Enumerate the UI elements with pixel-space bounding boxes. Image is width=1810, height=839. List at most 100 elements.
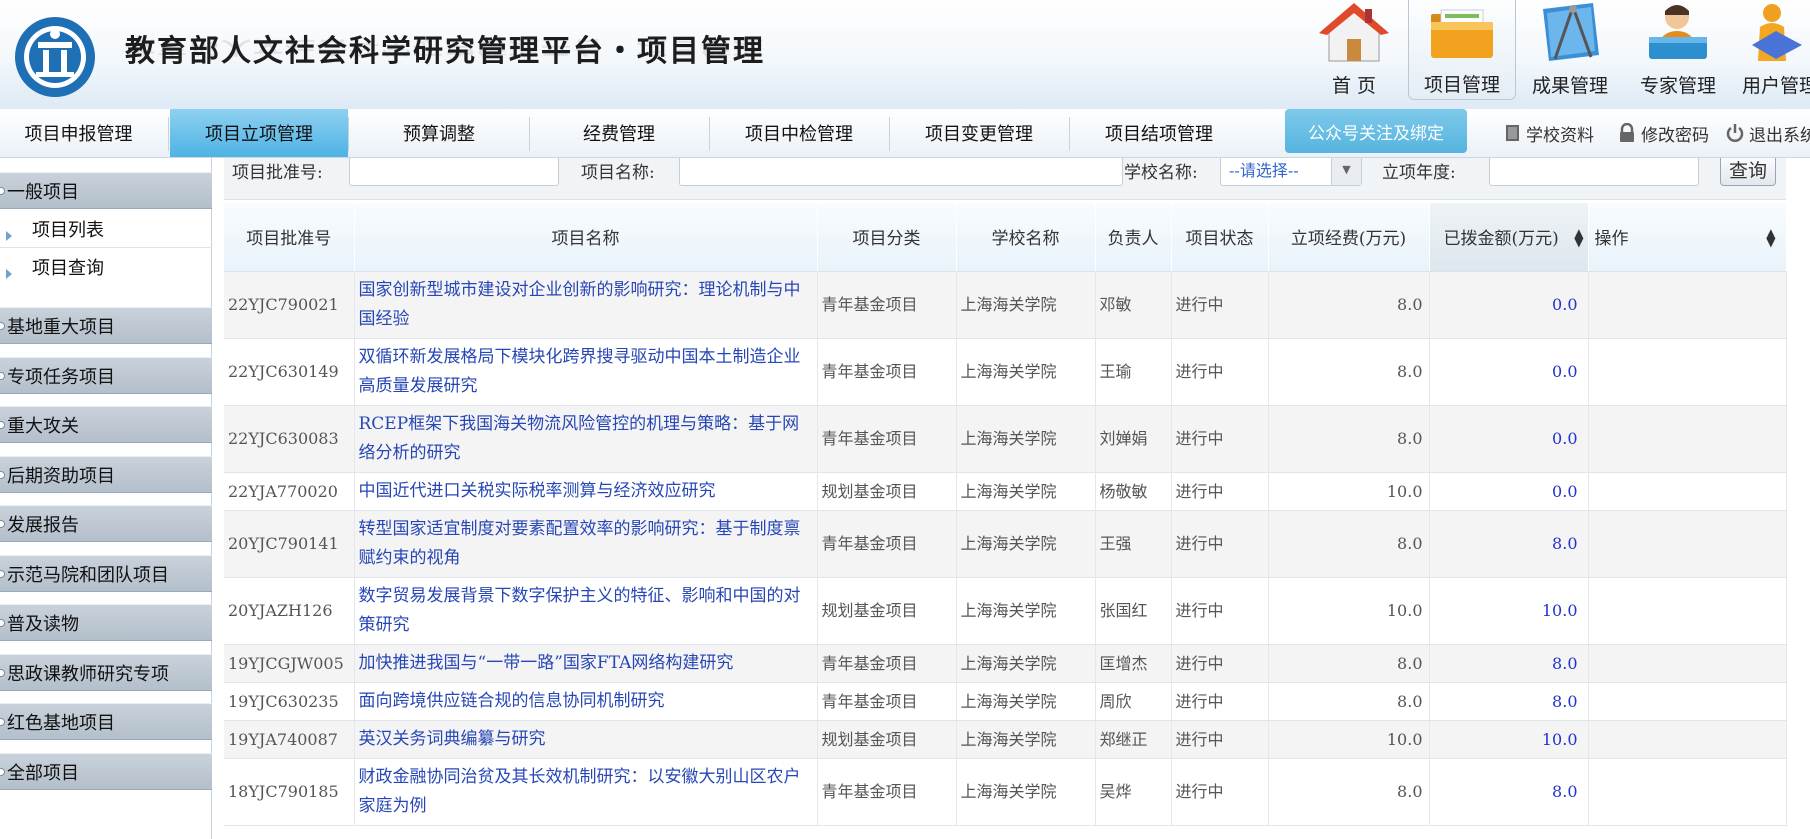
col-status[interactable]: 项目状态: [1171, 203, 1269, 272]
cell-operation: [1588, 271, 1787, 339]
project-name-label: 项目名称:: [581, 163, 655, 183]
main-menubar: 项目申报管理 项目立项管理 预算调整 经费管理 项目中检管理 项目变更管理 项目…: [0, 109, 1810, 158]
project-name-link[interactable]: 面向跨境供应链合规的信息协同机制研究: [359, 691, 665, 711]
col-project-name[interactable]: 项目名称: [354, 203, 818, 272]
top-nav-experts[interactable]: 专家管理: [1624, 0, 1732, 100]
col-school[interactable]: 学校名称: [956, 203, 1096, 272]
project-name-input[interactable]: [679, 158, 1123, 186]
project-name-link[interactable]: 国家创新型城市建设对企业创新的影响研究：理论机制与中国经验: [359, 280, 801, 329]
menu-project-approval[interactable]: 项目立项管理: [170, 109, 348, 157]
sidebar-group-red-base[interactable]: 红色基地项目: [0, 703, 212, 740]
cell-approval-no: 20YJAZH126: [224, 577, 355, 645]
project-name-link[interactable]: 加快推进我国与“一带一路”国家FTA网络构建研究: [359, 653, 734, 673]
menu-budget-adjust[interactable]: 预算调整: [350, 109, 528, 157]
col-budget[interactable]: 立项经费(万元): [1268, 203, 1430, 272]
sidebar-group-base-major[interactable]: 基地重大项目: [0, 307, 212, 344]
menu-midterm-check[interactable]: 项目中检管理: [710, 109, 888, 157]
sidebar-group-general[interactable]: 一般项目: [0, 172, 212, 209]
sidebar-group-popular-reading[interactable]: 普及读物: [0, 604, 212, 641]
top-nav-home[interactable]: 首 页: [1300, 0, 1408, 100]
school-select-value: --请选择--: [1229, 161, 1299, 180]
cell-paid: 8.0: [1429, 758, 1589, 826]
lock-icon: [1617, 123, 1637, 143]
wechat-bind-button[interactable]: 公众号关注及绑定: [1285, 109, 1467, 153]
school-select[interactable]: --请选择-- ▼: [1220, 158, 1362, 186]
cell-approval-no: 22YJC630083: [224, 405, 355, 473]
sidebar-item-project-list[interactable]: 项目列表: [0, 210, 212, 248]
sidebar-group-late-funding[interactable]: 后期资助项目: [0, 456, 212, 493]
menu-project-completion[interactable]: 项目结项管理: [1070, 109, 1248, 157]
sidebar-group-model-marxism[interactable]: 示范马院和团队项目: [0, 555, 212, 592]
bullet-icon: [0, 470, 5, 479]
sidebar: 一般项目 项目列表 项目查询 基地重大项目 专项任务项目 重大攻关 后期资助项目…: [0, 158, 212, 839]
sidebar-group-major-tackle[interactable]: 重大攻关: [0, 406, 212, 443]
cell-category: 青年基金项目: [817, 271, 957, 339]
cell-status: 进行中: [1171, 271, 1269, 339]
menu-separator: [168, 117, 169, 151]
cell-status: 进行中: [1171, 577, 1269, 645]
sidebar-group-dev-report[interactable]: 发展报告: [0, 505, 212, 542]
table-row: 18YJC790185 财政金融协同治贫及其长效机制研究：以安徽大别山区农户家庭…: [224, 758, 1787, 826]
cell-paid: 10.0: [1429, 720, 1589, 759]
col-paid[interactable]: 已拨金额(万元) ▲ ▼: [1429, 203, 1589, 272]
menu-project-change[interactable]: 项目变更管理: [890, 109, 1068, 157]
school-info-link[interactable]: 学校资料: [1504, 117, 1594, 149]
cell-school: 上海海关学院: [956, 271, 1096, 339]
project-name-link[interactable]: RCEP框架下我国海关物流风险管控的机理与策略：基于网络分析的研究: [359, 414, 800, 463]
app-header: 教育部人文社会科学研究管理平台・项目管理 教育部人文社会科学研究管理平台・项目管…: [0, 0, 1810, 109]
bullet-icon: [0, 321, 5, 330]
top-nav-projects-label: 项目管理: [1423, 74, 1500, 96]
approval-no-label: 项目批准号:: [232, 163, 323, 183]
col-operation[interactable]: 操作 ▲ ▼: [1588, 203, 1787, 272]
menu-separator: [348, 117, 349, 151]
sidebar-group-ideology-teacher[interactable]: 思政课教师研究专项: [0, 654, 212, 691]
cell-category: 规划基金项目: [817, 577, 957, 645]
cell-leader: 王强: [1095, 510, 1172, 578]
cell-category: 青年基金项目: [817, 644, 957, 683]
cell-approval-no: 19YJA740087: [224, 720, 355, 759]
top-nav-results[interactable]: 成果管理: [1516, 0, 1624, 100]
cell-budget: 8.0: [1268, 510, 1430, 578]
col-category[interactable]: 项目分类: [817, 203, 957, 272]
project-name-link[interactable]: 转型国家适宜制度对要素配置效率的影响研究：基于制度禀赋约束的视角: [359, 519, 801, 568]
bullet-icon: [0, 618, 5, 627]
project-name-link[interactable]: 中国近代进口关税实际税率测算与经济效应研究: [359, 481, 716, 501]
cell-status: 进行中: [1171, 338, 1269, 406]
sidebar-group-label: 发展报告: [7, 514, 79, 536]
top-nav-results-label: 成果管理: [1531, 75, 1608, 97]
sidebar-group-all-projects[interactable]: 全部项目: [0, 753, 212, 790]
cell-budget: 10.0: [1268, 577, 1430, 645]
sidebar-group-special-task[interactable]: 专项任务项目: [0, 357, 212, 394]
sidebar-item-label: 项目列表: [32, 219, 104, 241]
project-name-link[interactable]: 财政金融协同治贫及其长效机制研究：以安徽大别山区农户家庭为例: [359, 767, 801, 816]
table-row: 20YJC790141 转型国家适宜制度对要素配置效率的影响研究：基于制度禀赋约…: [224, 510, 1787, 578]
query-button[interactable]: 查询: [1720, 158, 1776, 186]
cell-paid: 8.0: [1429, 682, 1589, 721]
project-name-link[interactable]: 数字贸易发展背景下数字保护主义的特征、影响和中国的对策研究: [359, 586, 801, 635]
sidebar-item-project-query[interactable]: 项目查询: [0, 248, 212, 286]
logout-link[interactable]: 退出系统: [1725, 117, 1810, 149]
cell-budget: 8.0: [1268, 758, 1430, 826]
year-input[interactable]: [1489, 158, 1699, 186]
col-approval-no[interactable]: 项目批准号: [224, 203, 355, 272]
top-nav-projects[interactable]: 项目管理: [1408, 0, 1516, 100]
approval-no-input[interactable]: [349, 158, 559, 186]
sort-icon: ▲ ▼: [1574, 226, 1584, 249]
cell-project-name: 国家创新型城市建设对企业创新的影响研究：理论机制与中国经验: [354, 271, 818, 339]
cell-operation: [1588, 644, 1787, 683]
cell-paid: 8.0: [1429, 510, 1589, 578]
cell-approval-no: 19YJCGJW005: [224, 644, 355, 683]
top-nav-users[interactable]: 用户管理: [1732, 0, 1810, 100]
cell-category: 青年基金项目: [817, 510, 957, 578]
col-leader[interactable]: 负责人: [1095, 203, 1172, 272]
cell-paid: 0.0: [1429, 271, 1589, 339]
menu-project-application[interactable]: 项目申报管理: [0, 109, 157, 157]
cell-school: 上海海关学院: [956, 682, 1096, 721]
cell-paid: 0.0: [1429, 405, 1589, 473]
cell-paid: 0.0: [1429, 338, 1589, 406]
change-password-link[interactable]: 修改密码: [1617, 117, 1709, 149]
cell-approval-no: 22YJA770020: [224, 472, 355, 511]
project-name-link[interactable]: 双循环新发展格局下模块化跨界搜寻驱动中国本土制造企业高质量发展研究: [359, 347, 801, 396]
menu-fund-management[interactable]: 经费管理: [530, 109, 708, 157]
project-name-link[interactable]: 英汉关务词典编纂与研究: [359, 729, 546, 749]
